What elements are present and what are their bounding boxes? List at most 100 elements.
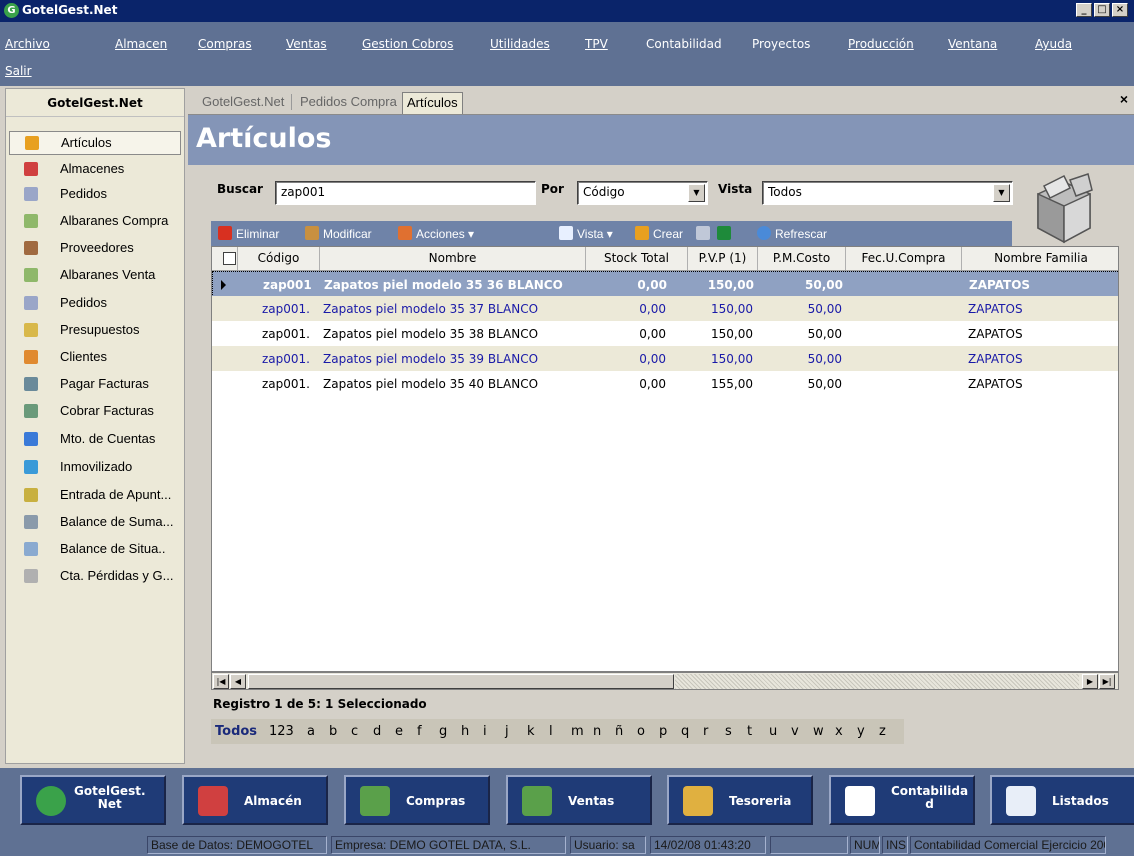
sidebar-item[interactable]: Mto. de Cuentas: [6, 428, 184, 452]
modificar-button[interactable]: Modificar: [305, 226, 372, 241]
excel-button[interactable]: [717, 226, 735, 241]
alpha-filter-letter[interactable]: a: [307, 724, 315, 739]
sidebar-item[interactable]: Albaranes Compra: [6, 210, 184, 234]
menu-utilidades[interactable]: Utilidades: [490, 37, 550, 51]
alpha-filter-letter[interactable]: p: [659, 724, 667, 739]
menu-tpv[interactable]: TPV: [585, 37, 608, 51]
vista-button[interactable]: Vista ▾: [559, 226, 613, 241]
header-nombre-familia[interactable]: Nombre Familia: [962, 247, 1118, 270]
scroll-thumb[interactable]: [248, 674, 674, 689]
alpha-filter-letter[interactable]: y: [857, 724, 865, 739]
minimize-button[interactable]: _: [1076, 3, 1092, 17]
sidebar-item[interactable]: Artículos: [9, 131, 181, 155]
scroll-left-icon[interactable]: ◀: [230, 674, 246, 689]
alpha-filter-letter[interactable]: d: [373, 724, 381, 739]
alpha-filter-letter[interactable]: s: [725, 724, 732, 739]
alpha-filter-letter[interactable]: i: [483, 724, 487, 739]
sidebar-item[interactable]: Almacenes: [6, 158, 184, 182]
alpha-filter-letter[interactable]: c: [351, 724, 358, 739]
chevron-down-icon[interactable]: ▼: [688, 184, 705, 202]
search-input[interactable]: zap001: [275, 181, 536, 205]
select-all-checkbox[interactable]: [223, 252, 236, 265]
menu-ventas[interactable]: Ventas: [286, 37, 327, 51]
close-tab-icon[interactable]: ×: [1120, 91, 1128, 107]
alpha-filter-letter[interactable]: f: [417, 724, 422, 739]
header-pvp[interactable]: P.V.P (1): [688, 247, 758, 270]
almacen-button[interactable]: Almacén: [182, 775, 328, 825]
header-nombre[interactable]: Nombre: [320, 247, 586, 270]
sidebar-item[interactable]: Proveedores: [6, 237, 184, 261]
menu-contabilidad[interactable]: Contabilidad: [646, 37, 722, 51]
tesoreria-button[interactable]: Tesoreria: [667, 775, 813, 825]
sidebar-item[interactable]: Pagar Facturas: [6, 373, 184, 397]
scroll-last-icon[interactable]: ▶|: [1099, 674, 1115, 689]
sidebar-item[interactable]: Cobrar Facturas: [6, 400, 184, 424]
menu-ayuda[interactable]: Ayuda: [1035, 37, 1072, 51]
alpha-filter-letter[interactable]: n: [593, 724, 601, 739]
alpha-filter-letter[interactable]: k: [527, 724, 535, 739]
sidebar-item[interactable]: Presupuestos: [6, 319, 184, 343]
header-stock-total[interactable]: Stock Total: [586, 247, 688, 270]
alpha-filter-letter[interactable]: b: [329, 724, 337, 739]
por-select[interactable]: Código ▼: [577, 181, 708, 205]
alpha-filter-letter[interactable]: h: [461, 724, 469, 739]
sidebar-item[interactable]: Inmovilizado: [6, 456, 184, 480]
alpha-filter-letter[interactable]: e: [395, 724, 403, 739]
table-row[interactable]: zap001. Zapatos piel modelo 35 38 BLANCO 0…: [212, 321, 1118, 347]
menu-ventana[interactable]: Ventana: [948, 37, 997, 51]
tab-gotelgest[interactable]: GotelGest.Net: [202, 92, 284, 114]
compras-button[interactable]: Compras: [344, 775, 490, 825]
alpha-filter-letter[interactable]: m: [571, 724, 584, 739]
table-row[interactable]: zap001. Zapatos piel modelo 35 39 BLANCO 0…: [212, 346, 1118, 372]
alpha-filter-letter[interactable]: v: [791, 724, 799, 739]
tab-pedidos-compra[interactable]: Pedidos Compra: [300, 92, 397, 114]
alpha-filter-letter[interactable]: g: [439, 724, 447, 739]
header-fec-u-compra[interactable]: Fec.U.Compra: [846, 247, 962, 270]
table-row[interactable]: zap001 Zapatos piel modelo 35 36 BLANCO 0,…: [212, 271, 1118, 297]
alpha-filter-letter[interactable]: q: [681, 724, 689, 739]
sidebar-item[interactable]: Clientes: [6, 346, 184, 370]
tab-articulos[interactable]: Artículos: [402, 92, 463, 114]
sidebar-item[interactable]: Balance de Situa..: [6, 538, 184, 562]
alpha-filter-letter[interactable]: t: [747, 724, 752, 739]
scroll-first-icon[interactable]: |◀: [213, 674, 229, 689]
menu-produccion[interactable]: Producción: [848, 37, 914, 51]
menu-proyectos[interactable]: Proyectos: [752, 37, 810, 51]
alpha-filter-letter[interactable]: x: [835, 724, 843, 739]
sidebar-item[interactable]: Balance de Suma...: [6, 511, 184, 535]
menu-compras[interactable]: Compras: [198, 37, 252, 51]
alpha-filter-letter[interactable]: r: [703, 724, 708, 739]
horizontal-scrollbar[interactable]: |◀ ◀ ▶ ▶|: [211, 672, 1119, 690]
sidebar-item[interactable]: Entrada de Apunt...: [6, 484, 184, 508]
alpha-filter-letter[interactable]: ñ: [615, 724, 623, 739]
alpha-filter-letter[interactable]: z: [879, 724, 886, 739]
vista-select[interactable]: Todos ▼: [762, 181, 1013, 205]
scroll-right-icon[interactable]: ▶: [1082, 674, 1098, 689]
header-pm-costo[interactable]: P.M.Costo: [758, 247, 846, 270]
menu-gestion-cobros[interactable]: Gestion Cobros: [362, 37, 453, 51]
alpha-filter-letter[interactable]: l: [549, 724, 553, 739]
header-codigo[interactable]: Código: [238, 247, 320, 270]
ventas-button[interactable]: Ventas: [506, 775, 652, 825]
menu-salir[interactable]: Salir: [5, 64, 32, 78]
acciones-button[interactable]: Acciones ▾: [398, 226, 474, 241]
menu-almacen[interactable]: Almacen: [115, 37, 167, 51]
alpha-filter-letter[interactable]: u: [769, 724, 777, 739]
alpha-filter-letter[interactable]: w: [813, 724, 824, 739]
chevron-down-icon[interactable]: ▼: [993, 184, 1010, 202]
eliminar-button[interactable]: Eliminar: [218, 226, 279, 241]
menu-archivo[interactable]: Archivo: [5, 37, 50, 51]
print-button[interactable]: [696, 226, 714, 241]
sidebar-item[interactable]: Pedidos: [6, 183, 184, 207]
alpha-filter-letter[interactable]: o: [637, 724, 645, 739]
scroll-track[interactable]: [675, 674, 1079, 689]
maximize-button[interactable]: □: [1094, 3, 1110, 17]
alpha-filter-letter[interactable]: j: [505, 724, 509, 739]
sidebar-item[interactable]: Pedidos: [6, 292, 184, 316]
sidebar-item[interactable]: Albaranes Venta: [6, 264, 184, 288]
crear-button[interactable]: Crear: [635, 226, 683, 241]
refrescar-button[interactable]: Refrescar: [757, 226, 827, 241]
table-row[interactable]: zap001. Zapatos piel modelo 35 40 BLANCO 0…: [212, 371, 1118, 397]
alpha-filter-todos[interactable]: Todos: [215, 724, 257, 739]
contabilidad-button[interactable]: Contabilida d: [829, 775, 975, 825]
